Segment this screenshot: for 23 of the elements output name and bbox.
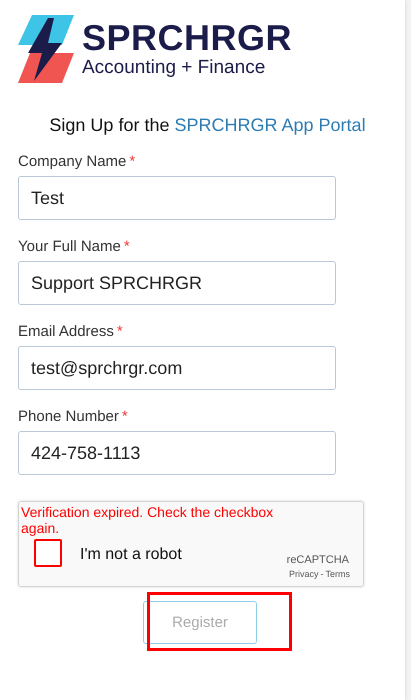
required-mark: * (116, 323, 123, 340)
required-mark: * (129, 153, 136, 170)
field-label: Email Address (18, 323, 114, 340)
brand-name: SPRCHRGR (82, 19, 292, 57)
captcha-checkbox[interactable] (34, 539, 62, 567)
input-field[interactable]: 424-758-1113 (18, 431, 336, 475)
field-label: Phone Number (18, 408, 119, 425)
separator: - (320, 569, 324, 579)
page-heading: Sign Up for the SPRCHRGR App Portal (49, 115, 367, 136)
required-mark: * (122, 408, 128, 425)
field-label: Your Full Name (18, 238, 121, 255)
checkbox-label: I'm not a robot (80, 546, 182, 564)
input-field[interactable]: Support SPRCHRGR (18, 261, 336, 305)
field-label: Company Name (18, 153, 126, 170)
captcha-brand: reCAPTCHA (286, 554, 349, 566)
brand-tagline: Accounting + Finance (82, 57, 266, 79)
input-field[interactable]: test@sprchrgr.com (18, 346, 336, 390)
privacy-link[interactable]: Privacy (288, 569, 318, 579)
input-field[interactable]: Test (18, 176, 336, 220)
error-message: Verification expired. Check the checkbox again. (21, 504, 274, 536)
required-mark: * (124, 238, 130, 255)
terms-link[interactable]: Terms (326, 569, 350, 579)
bolt-logo-icon (18, 15, 74, 83)
